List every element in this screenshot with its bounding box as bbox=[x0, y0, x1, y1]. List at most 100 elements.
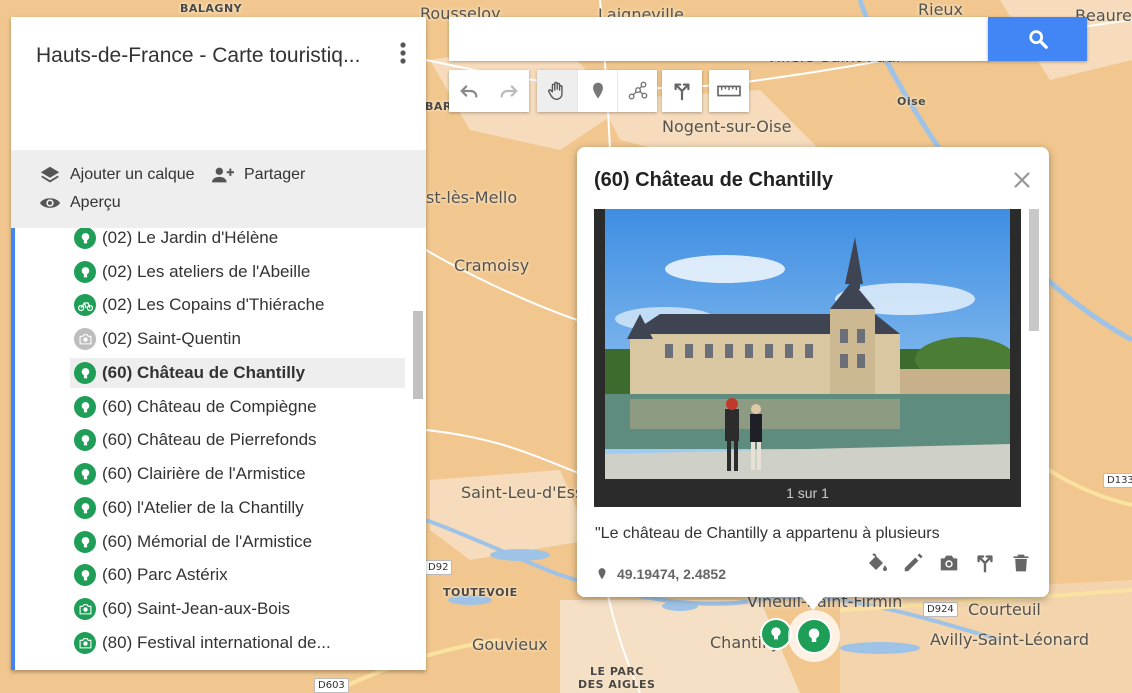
list-item-label: (60) Saint-Jean-aux-Bois bbox=[102, 599, 291, 618]
undo-button[interactable] bbox=[449, 70, 489, 112]
bicycle-icon bbox=[74, 294, 96, 316]
more-vert-icon bbox=[400, 42, 406, 64]
edit-button[interactable] bbox=[901, 551, 925, 575]
list-item-label: (02) Le Jardin d'Hélène bbox=[102, 228, 279, 247]
trash-icon bbox=[1013, 554, 1029, 572]
list-item[interactable]: (60) Clairière de l'Armistice bbox=[70, 459, 405, 489]
list-item[interactable]: (60) Château de Pierrefonds bbox=[70, 425, 405, 455]
measure-button[interactable] bbox=[709, 70, 749, 112]
list-item[interactable]: (60) Saint-Jean-aux-Bois bbox=[70, 594, 405, 624]
list-item[interactable]: (60) Mémorial de l'Armistice bbox=[70, 527, 405, 557]
list-item[interactable]: (02) Les Copains d'Thiérache bbox=[70, 290, 405, 320]
directions-button[interactable] bbox=[973, 551, 997, 575]
directions-icon bbox=[977, 555, 993, 573]
draw-line-icon bbox=[628, 81, 647, 100]
layers-panel: Hauts-de-France - Carte touristiq... Ajo… bbox=[11, 17, 426, 670]
measure-toolbar bbox=[709, 70, 749, 112]
map-place-label: TOUTEVOIE bbox=[443, 586, 518, 599]
edit-toolbar bbox=[537, 70, 657, 112]
add-layer-button[interactable]: Ajouter un calque bbox=[38, 164, 195, 186]
style-button[interactable] bbox=[865, 551, 889, 575]
list-item-label: (60) l'Atelier de la Chantilly bbox=[102, 498, 304, 517]
add-marker-button[interactable] bbox=[577, 70, 617, 112]
panel-header: Hauts-de-France - Carte touristiq... bbox=[11, 17, 426, 150]
list-item[interactable]: (02) Le Jardin d'Hélène bbox=[70, 228, 405, 253]
panel-scrollbar[interactable] bbox=[413, 311, 423, 399]
panel-menu-button[interactable] bbox=[396, 39, 410, 69]
park-icon bbox=[74, 531, 96, 553]
camera-icon bbox=[74, 598, 96, 620]
directions-toolbar bbox=[662, 70, 702, 112]
add-directions-button[interactable] bbox=[662, 70, 702, 112]
directions-icon bbox=[674, 83, 690, 101]
map-place-label: st-lès-Mello bbox=[426, 188, 518, 207]
search-box bbox=[449, 17, 989, 61]
coordinates: 49.19474, 2.4852 bbox=[595, 565, 726, 583]
search-button[interactable] bbox=[988, 17, 1087, 61]
park-icon bbox=[74, 396, 96, 418]
hand-icon bbox=[548, 81, 563, 100]
list-item-label: (60) Château de Chantilly bbox=[102, 363, 306, 382]
share-button[interactable]: Partager bbox=[210, 164, 305, 186]
preview-button[interactable]: Aperçu bbox=[38, 192, 121, 214]
map-place-label: Avilly-Saint-Léonard bbox=[930, 630, 1090, 649]
add-photo-button[interactable] bbox=[937, 551, 961, 575]
list-item-label: (02) Saint-Quentin bbox=[102, 329, 241, 348]
undo-icon bbox=[460, 85, 478, 98]
close-button[interactable] bbox=[1011, 169, 1033, 191]
list-item[interactable]: (60) Château de Compiègne bbox=[70, 392, 405, 422]
popup-footer: 49.19474, 2.4852 bbox=[577, 547, 1049, 597]
hand-tool-button[interactable] bbox=[537, 70, 577, 112]
park-icon bbox=[74, 362, 96, 384]
list-item[interactable]: (02) Saint-Quentin bbox=[70, 324, 405, 354]
popup-scrollbar[interactable] bbox=[1029, 209, 1039, 331]
draw-line-button[interactable] bbox=[617, 70, 657, 112]
redo-icon bbox=[500, 85, 518, 98]
add-layer-label: Ajouter un calque bbox=[70, 166, 195, 183]
list-item[interactable]: (60) l'Atelier de la Chantilly bbox=[70, 493, 405, 523]
redo-button[interactable] bbox=[489, 70, 529, 112]
search-icon bbox=[1028, 30, 1048, 49]
pencil-icon bbox=[904, 553, 923, 572]
photo-viewer[interactable]: 1 sur 1 bbox=[594, 209, 1021, 507]
search-input[interactable] bbox=[449, 17, 989, 61]
map-place-label: Nogent-sur-Oise bbox=[662, 117, 792, 136]
camera-icon bbox=[74, 632, 96, 654]
info-popup: (60) Château de Chantilly 1 sur 1 "Le ch… bbox=[577, 147, 1049, 597]
list-item[interactable]: (80) Festival international de... bbox=[70, 628, 405, 658]
paint-bucket-icon bbox=[869, 553, 887, 571]
list-item-label: (60) Parc Astérix bbox=[102, 565, 228, 584]
map-marker-chateau-de-chantilly[interactable] bbox=[788, 610, 840, 662]
delete-button[interactable] bbox=[1009, 551, 1033, 575]
panel-actions: Ajouter un calque Partager Aperçu bbox=[11, 150, 426, 228]
list-item-label: (60) Clairière de l'Armistice bbox=[102, 464, 306, 483]
popup-title: (60) Château de Chantilly bbox=[594, 169, 833, 191]
list-item[interactable]: (02) Les ateliers de l'Abeille bbox=[70, 257, 405, 287]
marker-icon bbox=[592, 82, 603, 99]
list-item[interactable]: (60) Château de Chantilly bbox=[70, 358, 405, 388]
park-icon bbox=[74, 228, 96, 249]
park-icon bbox=[74, 261, 96, 283]
popup-toolbar bbox=[865, 551, 1033, 575]
map-place-label: Gouvieux bbox=[472, 635, 548, 654]
map-title[interactable]: Hauts-de-France - Carte touristiq... bbox=[36, 44, 360, 68]
park-icon bbox=[808, 628, 820, 642]
road-label: D924 bbox=[923, 602, 958, 617]
list-item[interactable]: (60) Parc Astérix bbox=[70, 560, 405, 590]
add-person-icon bbox=[212, 167, 234, 183]
road-label: D92 bbox=[424, 560, 453, 575]
ruler-icon bbox=[717, 85, 741, 97]
list-item-label: (02) Les Copains d'Thiérache bbox=[102, 295, 325, 314]
popup-pointer bbox=[801, 596, 825, 610]
list-item-label: (80) Festival international de... bbox=[102, 633, 331, 652]
eye-icon bbox=[39, 198, 61, 208]
list-item-label: (60) Château de Pierrefonds bbox=[102, 430, 317, 449]
list-item-label: (60) Mémorial de l'Armistice bbox=[102, 532, 313, 551]
park-icon bbox=[74, 429, 96, 451]
history-toolbar bbox=[449, 70, 529, 112]
map-place-label: Cramoisy bbox=[454, 256, 530, 275]
layer-item-list: (02) Le Jardin d'Hélène (02) Les ateliers… bbox=[11, 228, 426, 670]
chateau-photo bbox=[605, 209, 1010, 479]
share-label: Partager bbox=[244, 166, 306, 183]
map-place-label: LE PARC bbox=[590, 665, 644, 678]
